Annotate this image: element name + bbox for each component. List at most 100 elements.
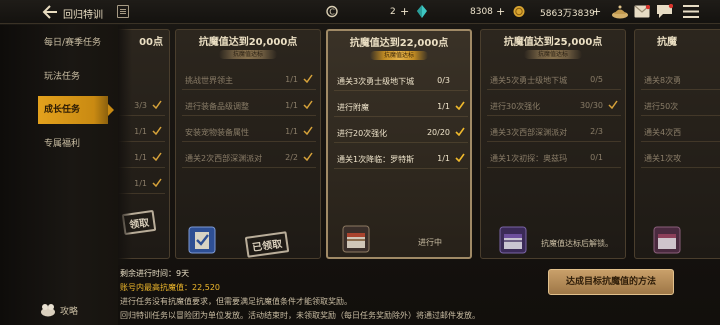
task-card[interactable]: 抗魔 通关8次勇 进行50次 通关4次西 通关1次攻 [634,29,720,259]
reward-chest-locked-icon[interactable] [653,226,681,254]
task-count: 1/1 [285,101,298,110]
card-tag: 抗魔值达标 [219,50,277,59]
task-row: 通关1次初探：奥兹玛 0/1 [487,148,621,168]
add-currency2-button[interactable]: + [496,5,505,18]
sidebar-item-daily-season[interactable]: 每日/赛季任务 [38,29,108,57]
reward-chest-locked-icon[interactable] [499,226,527,254]
remaining-time: 剩余进行时间：9天 [120,268,189,279]
check-icon [303,126,313,135]
reward-status-text: 抗魔值达标后解锁。 [541,239,613,248]
sidebar-item-gameplay[interactable]: 玩法任务 [38,63,108,91]
task-row: 通关2次西部深渊派对 2/2 [182,148,316,168]
check-icon [152,152,162,161]
guide-button[interactable]: 攻略 [40,303,78,317]
add-currency1-button[interactable]: + [400,5,409,18]
page-title: 回归特训 [63,10,103,21]
task-count: 1/1 [134,179,147,188]
task-count: 1/1 [437,154,450,163]
check-icon [455,101,465,110]
task-count: 3/3 [134,101,147,110]
sidebar-item-exclusive[interactable]: 专属福利 [38,130,108,158]
check-icon [152,100,162,109]
task-count: 0/3 [437,76,450,85]
claimed-stamp: 已领取 [244,231,290,258]
menu-icon[interactable] [683,5,699,18]
mail-icon[interactable] [634,5,650,18]
card-title: 抗魔值达到25,000点 [503,37,603,48]
task-count: 1/1 [285,75,298,84]
max-resist-value: 22,520 [192,283,220,292]
coin-c-icon: C [326,5,338,18]
task-card[interactable]: 抗魔值达到20,000点 抗魔值达标 挑战世界领主 1/1 进行装备品级调整 1/1… [175,29,321,259]
add-currency3-button[interactable]: + [592,5,601,18]
app-window: 回归特训 C 2 + 8308 + 5863万3839 + 每日/赛季任务 玩法… [0,0,720,325]
svg-text:C: C [329,8,335,17]
check-icon [152,178,162,187]
task-card[interactable]: 抗魔值达到25,000点 抗魔值达标 通关5次勇士级地下城 0/5 进行30次强化… [480,29,626,259]
task-card-current[interactable]: 抗魔值达到22,000点 抗魔值达标 通关3次勇士级地下城 0/3 进行附魔 1/1… [326,29,472,259]
card-title: 抗魔 [657,37,677,48]
task-row: 通关1次攻 [641,148,720,168]
task-text: 进行30次强化 [490,102,541,111]
check-icon [608,100,618,109]
reward-status-text: 进行中 [418,238,442,247]
task-row: 进行附魔 1/1 [334,97,468,117]
task-text: 通关1次初探：奥兹玛 [490,154,568,163]
task-count: 30/30 [579,101,603,110]
task-row: 进行30次强化 30/30 [487,96,621,116]
currency1-value: 2 [390,7,396,17]
task-card-strip[interactable]: 00点 3/3 1/1 1/1 1/1 领取 抗魔值达到20,000点 抗魔值达… [118,25,720,265]
calendar-icon[interactable] [117,5,129,18]
task-row: 通关8次勇 [641,70,720,90]
resist-method-button[interactable]: 达成目标抗魔值的方法 [548,269,674,295]
task-row: 通关1次降临：罗特斯 1/1 [334,149,468,169]
top-bar: 回归特训 C 2 + 8308 + 5863万3839 + [0,0,720,24]
reward-box-icon[interactable] [188,226,216,254]
task-text: 进行装备品级调整 [185,102,249,111]
check-icon [303,74,313,83]
task-row: 挑战世界领主 1/1 [182,70,316,90]
task-row: 通关4次西 [641,122,720,142]
currency2-value: 8308 [470,7,493,17]
task-text: 进行50次 [644,102,679,111]
task-row: 进行20次强化 20/20 [334,123,468,143]
task-count: 1/1 [437,102,450,111]
dish-icon[interactable] [611,4,629,20]
currency3-value: 5863万3839 [540,8,595,19]
max-resist-label: 账号内最高抗魔值： [120,283,192,292]
note-2: 回归特训任务以冒险团为单位发放。活动结束时，未领取奖励（每日任务奖励除外）将通过… [120,311,480,320]
task-count: 0/1 [590,153,603,162]
card-tag: 抗魔值达标 [370,51,428,60]
task-text: 通关1次降临：罗特斯 [337,155,415,164]
note-1: 进行任务没有抗魔值要求，但需要满足抗魔值条件才能领取奖励。 [120,297,352,306]
check-icon [455,127,465,136]
guide-label: 攻略 [60,306,79,317]
check-icon [303,100,313,109]
task-text: 进行附魔 [337,103,369,112]
max-resist: 账号内最高抗魔值：22,520 [120,282,220,293]
task-text: 通关1次攻 [644,154,682,163]
check-icon [152,126,162,135]
guide-icon [41,304,55,317]
task-text: 进行20次强化 [337,129,388,138]
card-title: 抗魔值达到20,000点 [198,37,298,48]
task-count: 2/3 [590,127,603,136]
sidebar: 每日/赛季任务 玩法任务 成长任务 专属福利 [0,25,118,325]
task-row: 进行50次 [641,96,720,116]
task-row: 进行装备品级调整 1/1 [182,96,316,116]
gold-coin-icon [513,6,525,17]
task-row: 通关3次西部深渊派对 2/3 [487,122,621,142]
task-text: 通关2次西部深渊派对 [185,154,263,163]
task-row: 通关3次勇士级地下城 0/3 [334,71,468,91]
reward-chest-icon[interactable] [342,225,370,253]
task-count: 20/20 [426,128,450,137]
task-text: 通关3次勇士级地下城 [337,77,415,86]
card-tag: 抗魔值达标 [524,50,582,59]
sidebar-item-growth[interactable]: 成长任务 [38,96,114,124]
chat-icon[interactable] [656,4,673,19]
back-arrow-icon[interactable] [42,5,58,19]
remaining-time-value: 9天 [176,269,190,278]
task-text: 通关8次勇 [644,76,682,85]
card-strip-fade [118,25,132,265]
task-count: 2/2 [285,153,298,162]
